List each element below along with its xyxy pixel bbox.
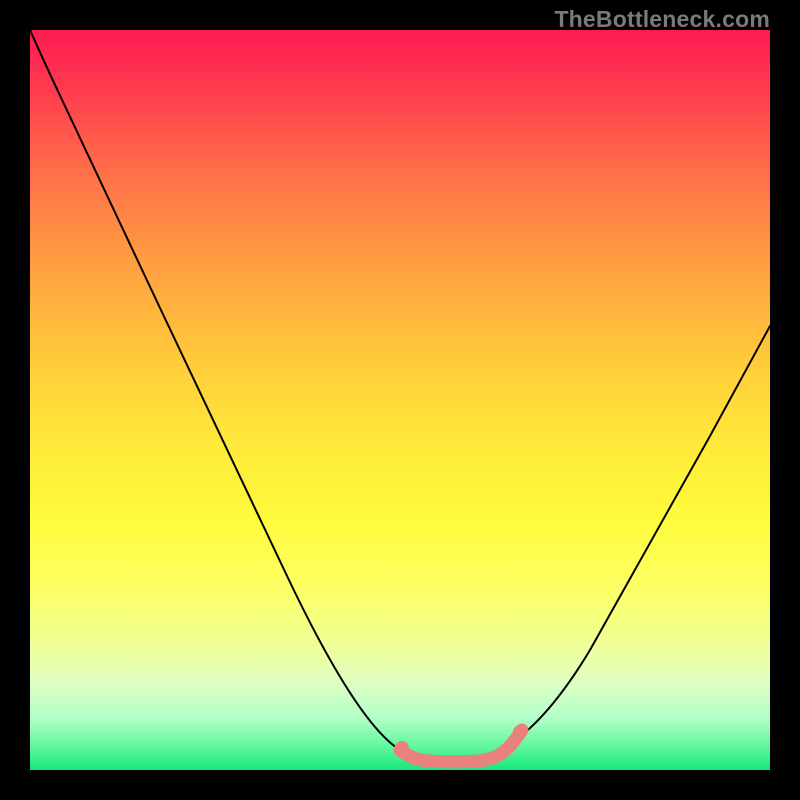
chart-container: TheBottleneck.com <box>0 0 800 800</box>
bottleneck-curve-right <box>440 326 770 761</box>
bottleneck-curve-left <box>30 30 440 761</box>
plot-area <box>30 30 770 770</box>
watermark-text: TheBottleneck.com <box>554 6 770 33</box>
highlight-dot-left <box>395 741 409 755</box>
highlight-band <box>400 730 522 762</box>
chart-svg <box>30 30 770 770</box>
highlight-dot-right <box>513 725 527 739</box>
